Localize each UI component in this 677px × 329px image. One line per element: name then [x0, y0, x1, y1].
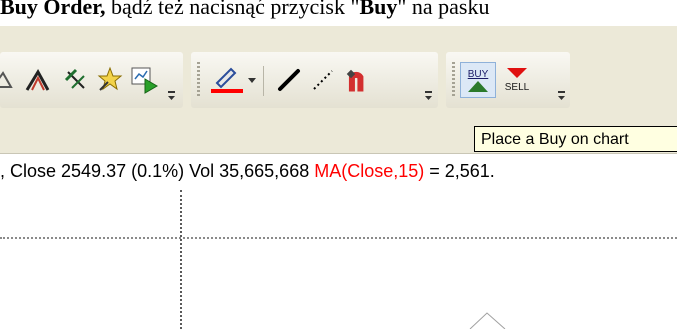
chart-price-line — [469, 312, 506, 329]
